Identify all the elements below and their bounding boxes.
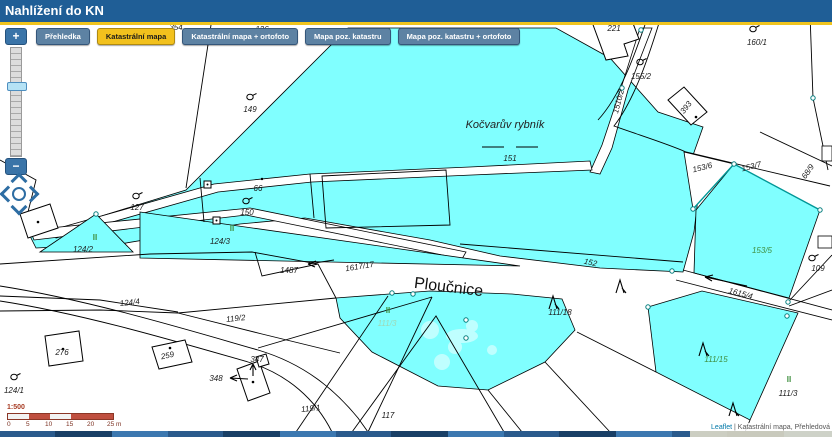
app-title: Nahlížení do KN <box>0 0 104 22</box>
building-label: 348 <box>209 374 223 383</box>
parcel-label: 1487 <box>280 266 298 275</box>
scale-tick: 25 m <box>107 421 121 428</box>
water-symbol <box>247 94 257 100</box>
app-header: Nahlížení do KN <box>0 0 832 25</box>
tab-katastralni-mapa-ortofoto[interactable]: Katastrální mapa + ortofoto <box>182 28 298 45</box>
parcel-label: 124/3 <box>210 237 231 246</box>
culture-symbol: II <box>93 233 97 242</box>
pan-center-icon[interactable] <box>12 187 26 201</box>
water-symbol <box>750 26 760 32</box>
parcel-label: 127 <box>130 203 144 212</box>
scale-tick: 0 <box>7 421 11 428</box>
parcel-label: 160/1 <box>747 38 767 47</box>
parcel-label: 155/2 <box>631 72 652 81</box>
parcel-label: 68/9 <box>800 162 817 180</box>
parcel-label: 149 <box>243 105 257 114</box>
scale-ratio: 1:500 <box>7 404 127 411</box>
parcel-label: 221 <box>606 24 620 33</box>
water-symbol <box>133 193 143 199</box>
cadastral-map-canvas[interactable]: 354 126 149 1510/2 Kočvarův rybník 151 2… <box>0 0 832 437</box>
tile-strip <box>0 431 832 437</box>
scale-ticks: 0 5 10 15 20 25 m <box>7 421 127 429</box>
parcel-label: 153/7 <box>741 160 763 174</box>
parcel-label: 150 <box>240 208 254 217</box>
water-areas[interactable] <box>30 28 820 420</box>
water-symbol <box>809 255 819 261</box>
scale-segments <box>7 413 114 420</box>
parcel-label: 111/3 <box>779 389 798 398</box>
parcel-label: 117 <box>382 411 395 420</box>
scale-tick: 20 <box>87 421 94 428</box>
parcel-label: 153/5 <box>752 246 773 255</box>
parcel-label: 109 <box>811 264 825 273</box>
culture-symbol: II <box>787 375 791 384</box>
parcel-label: 124/1 <box>4 386 24 395</box>
scale-bar: 1:500 0 5 10 15 20 25 m <box>7 404 127 429</box>
parcel-label: 66 <box>254 184 263 193</box>
tab-mapa-poz-katastru-ortofoto[interactable]: Mapa poz. katastru + ortofoto <box>398 28 521 45</box>
attribution-layers: | Katastrální mapa, Přehledová <box>732 424 830 431</box>
culture-symbol: II <box>230 224 234 233</box>
tree-symbol <box>616 280 626 293</box>
leaflet-link[interactable]: Leaflet <box>711 424 732 431</box>
pan-compass <box>0 173 36 219</box>
parcel-label: 124/2 <box>73 245 94 254</box>
parcel-label: 119/1 <box>301 403 321 414</box>
tab-mapa-poz-katastru[interactable]: Mapa poz. katastru <box>305 28 391 45</box>
parcel-label: 111/15 <box>704 355 728 364</box>
parcel-label: 151 <box>503 154 516 163</box>
pond-name-label: Kočvarův rybník <box>466 119 545 131</box>
app-window: 354 126 149 1510/2 Kočvarův rybník 151 2… <box>0 0 832 437</box>
building-label: 347 <box>250 355 264 364</box>
water-symbol <box>11 374 21 380</box>
parcel-label: 152 <box>583 257 598 269</box>
building-label: 276 <box>54 348 69 357</box>
culture-symbol: II <box>386 306 390 315</box>
tab-prehledka[interactable]: Přehledka <box>36 28 90 45</box>
zoom-slider-handle[interactable] <box>7 82 27 91</box>
scale-tick: 5 <box>26 421 30 428</box>
zoom-in-button[interactable]: + <box>5 28 27 45</box>
parcel-label: 111/3 <box>378 319 397 328</box>
parcel-label: 124/4 <box>119 297 140 308</box>
parcel-label: 119/2 <box>226 313 247 324</box>
tab-katastralni-mapa[interactable]: Katastrální mapa <box>97 28 175 45</box>
layer-tabs: Přehledka Katastrální mapa Katastrální m… <box>36 28 520 45</box>
pan-down-icon[interactable] <box>11 199 28 216</box>
parcel-label: 111/18 <box>548 308 572 317</box>
scale-tick: 10 <box>45 421 52 428</box>
scale-tick: 15 <box>66 421 73 428</box>
zoom-slider-track[interactable] <box>10 47 22 157</box>
